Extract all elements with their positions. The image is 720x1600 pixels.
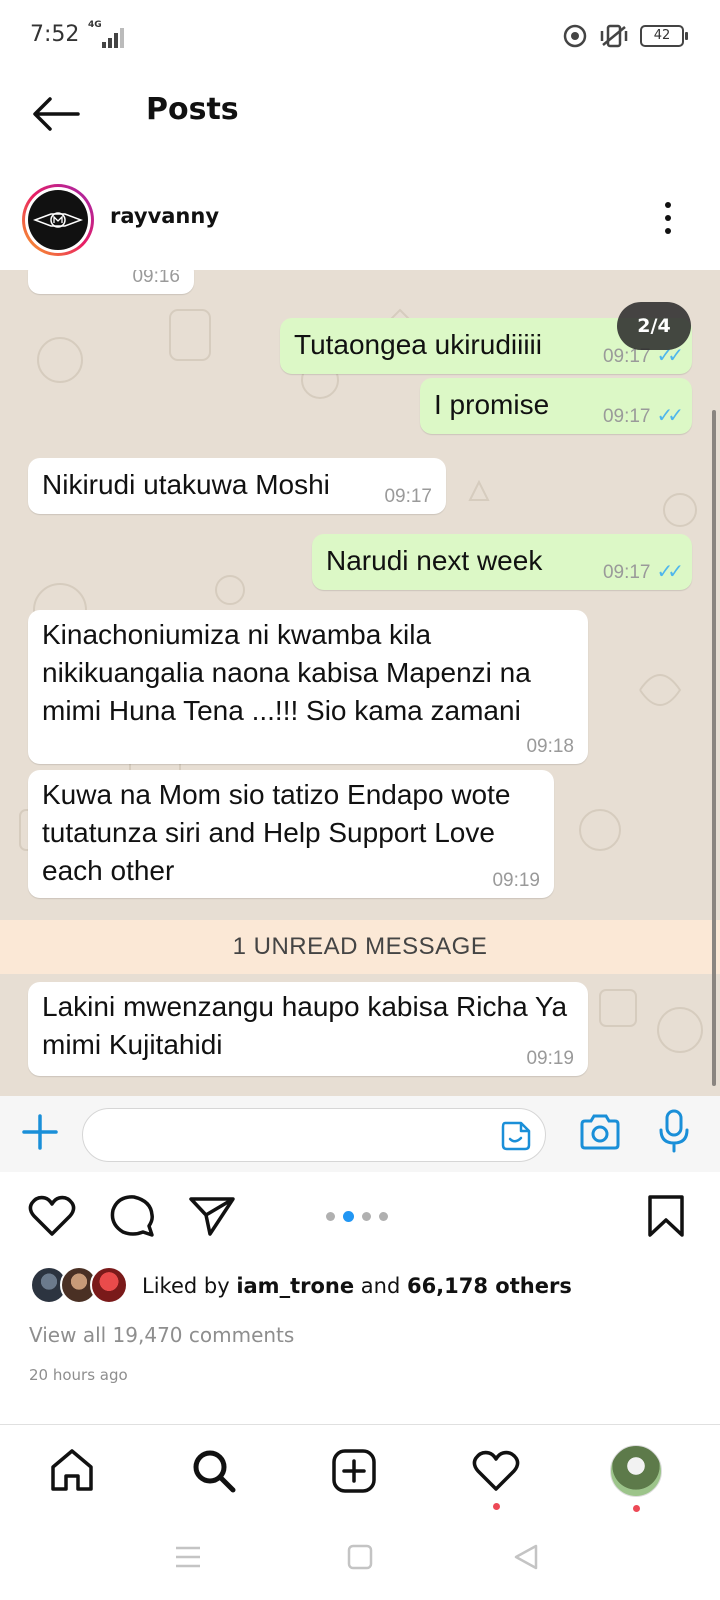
message-text: Narudi next week bbox=[326, 545, 543, 576]
microphone-icon bbox=[659, 1109, 689, 1153]
message-bubble-incoming: Nikirudi utakuwa Moshi 09:17 bbox=[28, 458, 446, 514]
bookmark-icon bbox=[648, 1195, 684, 1237]
camera-icon bbox=[580, 1114, 620, 1150]
menu-lines-icon bbox=[176, 1546, 200, 1568]
arrow-left-icon bbox=[33, 97, 80, 131]
nav-search[interactable] bbox=[186, 1443, 242, 1499]
chat-input-bar bbox=[0, 1096, 720, 1172]
network-signal-icon: 4G bbox=[86, 20, 128, 48]
save-button[interactable] bbox=[640, 1190, 692, 1242]
next-level-music-logo bbox=[28, 190, 88, 250]
message-bubble-incoming: Kuwa na Mom sio tatizo Endapo wote tutat… bbox=[28, 770, 554, 898]
status-bar: 7:52 4G 42 bbox=[0, 0, 720, 70]
nav-activity[interactable] bbox=[468, 1443, 524, 1499]
message-time: 09:17 ✓✓ bbox=[602, 405, 684, 427]
home-system-button[interactable] bbox=[340, 1540, 380, 1574]
sticker-icon bbox=[501, 1121, 531, 1151]
recent-apps-button[interactable] bbox=[168, 1540, 208, 1574]
more-options-button[interactable] bbox=[656, 198, 680, 238]
more-dot-icon bbox=[665, 202, 671, 208]
liker-avatar bbox=[90, 1266, 128, 1304]
system-navigation-bar bbox=[0, 1514, 720, 1600]
message-time: 09:19 bbox=[526, 1048, 574, 1069]
comment-button[interactable] bbox=[106, 1190, 158, 1242]
more-dot-icon bbox=[665, 228, 671, 234]
nav-home[interactable] bbox=[44, 1443, 100, 1499]
message-text: Lakini mwenzangu haupo kabisa Richa Ya m… bbox=[42, 991, 568, 1060]
message-text: I promise bbox=[434, 389, 550, 420]
author-avatar[interactable] bbox=[22, 184, 94, 256]
home-icon bbox=[51, 1449, 93, 1491]
message-time: 09:17 bbox=[384, 486, 432, 507]
image-counter-badge: 2/4 bbox=[617, 302, 691, 350]
author-username[interactable]: rayvanny bbox=[110, 204, 219, 228]
post-actions-row bbox=[0, 1190, 720, 1246]
message-bubble-incoming: Kinachoniumiza ni kwamba kila nikikuanga… bbox=[28, 610, 588, 764]
likes-row[interactable]: Liked by iam_trone and 66,178 others bbox=[30, 1266, 710, 1306]
triangle-back-icon bbox=[514, 1544, 538, 1570]
battery-icon: 42 bbox=[640, 25, 688, 47]
back-system-button[interactable] bbox=[506, 1540, 546, 1574]
profile-notification-dot bbox=[633, 1505, 640, 1512]
add-post-icon bbox=[332, 1449, 376, 1493]
search-icon bbox=[193, 1450, 236, 1493]
page-header: Posts bbox=[0, 76, 720, 152]
carousel-dot bbox=[326, 1212, 335, 1221]
message-input-field bbox=[82, 1108, 546, 1162]
carousel-dot bbox=[379, 1212, 388, 1221]
heart-icon bbox=[28, 1195, 76, 1236]
carousel-dot bbox=[362, 1212, 371, 1221]
square-icon bbox=[347, 1544, 373, 1570]
message-text: Kuwa na Mom sio tatizo Endapo wote tutat… bbox=[42, 779, 511, 886]
post-author-row: rayvanny bbox=[0, 180, 720, 256]
message-text: Tutaongea ukirudiiiii bbox=[294, 329, 542, 360]
message-bubble-outgoing: I promise 09:17 ✓✓ bbox=[420, 378, 692, 434]
back-button[interactable] bbox=[28, 86, 84, 142]
likes-text: Liked by iam_trone and 66,178 others bbox=[142, 1274, 572, 1298]
carousel-indicator bbox=[326, 1211, 388, 1222]
post-image[interactable]: 09:16 Tutaongea ukirudiiiii 09:17 ✓✓ I pr… bbox=[0, 270, 720, 1096]
message-time: 09:19 bbox=[492, 870, 540, 891]
profile-avatar bbox=[610, 1445, 662, 1497]
message-time: 09:17 ✓✓ bbox=[602, 561, 684, 583]
share-button[interactable] bbox=[186, 1190, 238, 1242]
nav-create[interactable] bbox=[326, 1443, 382, 1499]
data-saver-icon bbox=[563, 24, 587, 48]
likes-count[interactable]: 66,178 others bbox=[407, 1274, 572, 1298]
plus-icon bbox=[22, 1114, 58, 1150]
view-comments-link[interactable]: View all 19,470 comments bbox=[29, 1323, 294, 1347]
activity-notification-dot bbox=[493, 1503, 500, 1510]
message-bubble-outgoing: Narudi next week 09:17 ✓✓ bbox=[312, 534, 692, 590]
comment-bubble-icon bbox=[110, 1195, 154, 1237]
vibrate-icon bbox=[600, 24, 628, 48]
post-timestamp: 20 hours ago bbox=[29, 1366, 128, 1384]
message-bubble-partial: 09:16 bbox=[28, 270, 194, 294]
message-bubble-incoming: Lakini mwenzangu haupo kabisa Richa Ya m… bbox=[28, 982, 588, 1076]
message-time: 09:16 bbox=[132, 270, 180, 287]
chat-scrollbar bbox=[712, 410, 716, 1086]
message-time: 09:18 bbox=[526, 736, 574, 757]
read-receipt-icon: ✓✓ bbox=[656, 405, 683, 427]
status-time: 7:52 bbox=[30, 22, 80, 47]
network-type: 4G bbox=[88, 20, 102, 30]
like-button[interactable] bbox=[26, 1190, 78, 1242]
carousel-dot-active bbox=[343, 1211, 354, 1222]
liker-username[interactable]: iam_trone bbox=[236, 1274, 354, 1298]
bottom-navigation bbox=[0, 1424, 720, 1514]
message-text: Kinachoniumiza ni kwamba kila nikikuanga… bbox=[42, 619, 531, 726]
nav-profile[interactable] bbox=[608, 1443, 664, 1499]
heart-icon bbox=[472, 1450, 520, 1491]
message-text: Nikirudi utakuwa Moshi bbox=[42, 469, 330, 500]
unread-messages-banner: 1 UNREAD MESSAGE bbox=[0, 920, 720, 974]
read-receipt-icon: ✓✓ bbox=[656, 561, 683, 583]
page-title: Posts bbox=[146, 92, 239, 127]
paper-plane-icon bbox=[189, 1197, 235, 1236]
more-dot-icon bbox=[665, 215, 671, 221]
